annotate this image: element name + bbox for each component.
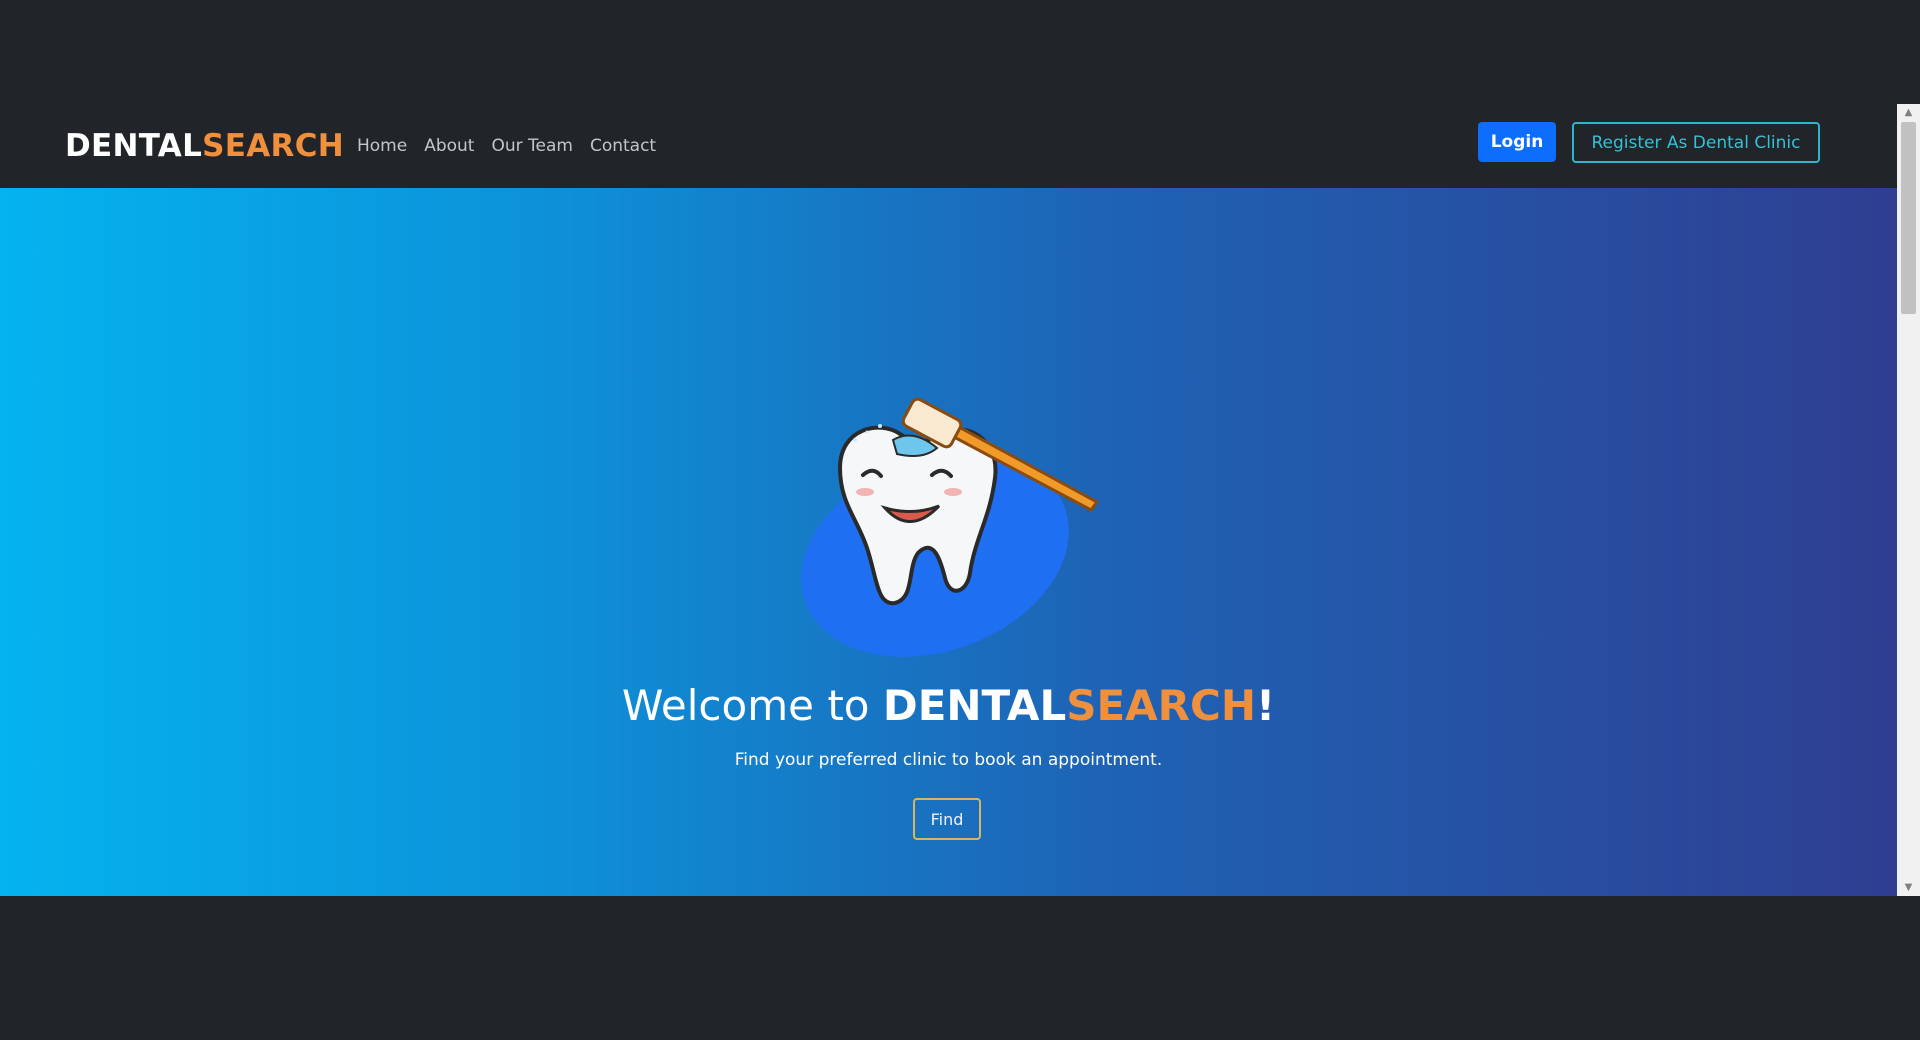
sparkle-2 [878,424,882,428]
tooth-brushing-icon [801,397,1100,657]
login-button[interactable]: Login [1478,122,1556,162]
left-cheek [856,488,874,496]
nav-link-home[interactable]: Home [357,132,407,160]
brand-logo-part2: SEARCH [202,128,345,164]
nav-link-contact[interactable]: Contact [590,132,656,160]
brand-logo-part1: DENTAL [65,128,203,164]
welcome-brand-part1: DENTAL [882,681,1067,730]
register-dental-clinic-button[interactable]: Register As Dental Clinic [1572,122,1820,163]
nav-link-our-team[interactable]: Our Team [491,132,572,160]
hero-section: Welcome to DENTALSEARCH! Find your prefe… [0,188,1897,896]
sparkle-3 [865,430,869,434]
navbar: DENTALSEARCH Home About Our Team Contact… [0,104,1897,188]
scrollbar-thumb[interactable] [1901,122,1916,314]
welcome-brand-part2: SEARCH [1066,681,1256,730]
nav-link-about[interactable]: About [424,132,474,160]
sparkle-1 [853,438,857,442]
scroll-down-arrow-icon[interactable]: ▼ [1897,879,1920,896]
hero-subtitle: Find your preferred clinic to book an ap… [734,750,1163,770]
page-viewport: DENTALSEARCH Home About Our Team Contact… [0,104,1920,896]
welcome-heading: Welcome to DENTALSEARCH! [0,678,1897,734]
welcome-suffix: ! [1255,681,1276,730]
vertical-scrollbar[interactable]: ▲ ▼ [1897,104,1920,896]
browser-frame: DENTALSEARCH Home About Our Team Contact… [0,0,1920,1040]
find-button[interactable]: Find [913,798,981,840]
brand-logo[interactable]: DENTALSEARCH [65,124,344,168]
welcome-prefix: Welcome to [621,681,883,730]
nav-links: Home About Our Team Contact [357,132,656,160]
right-cheek [944,488,962,496]
scroll-up-arrow-icon[interactable]: ▲ [1897,104,1920,121]
